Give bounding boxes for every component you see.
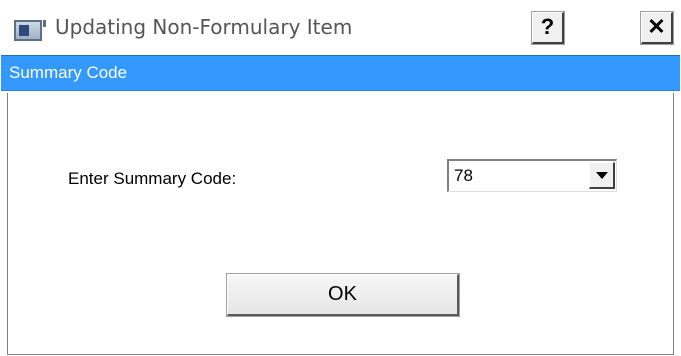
ok-button-label: OK bbox=[328, 283, 357, 305]
chevron-down-icon bbox=[596, 172, 608, 179]
section-header: Summary Code bbox=[1, 55, 680, 91]
app-window-icon bbox=[14, 20, 46, 41]
summary-code-value: 78 bbox=[454, 166, 473, 185]
close-button[interactable]: ✕ bbox=[640, 11, 674, 45]
title-bar[interactable]: Updating Non-Formulary Item ? ✕ bbox=[0, 0, 681, 55]
dropdown-arrow-button[interactable] bbox=[589, 162, 615, 189]
dialog-body: Enter Summary Code: 78 OK bbox=[7, 93, 674, 355]
help-button[interactable]: ? bbox=[531, 11, 565, 45]
window-title: Updating Non-Formulary Item bbox=[55, 15, 353, 39]
close-icon: ✕ bbox=[647, 14, 666, 39]
summary-code-dropdown[interactable]: 78 bbox=[447, 159, 617, 192]
dialog-window: Updating Non-Formulary Item ? ✕ Summary … bbox=[0, 0, 681, 356]
ok-button[interactable]: OK bbox=[226, 273, 460, 317]
section-header-title: Summary Code bbox=[9, 63, 128, 82]
summary-code-label: Enter Summary Code: bbox=[68, 169, 237, 188]
